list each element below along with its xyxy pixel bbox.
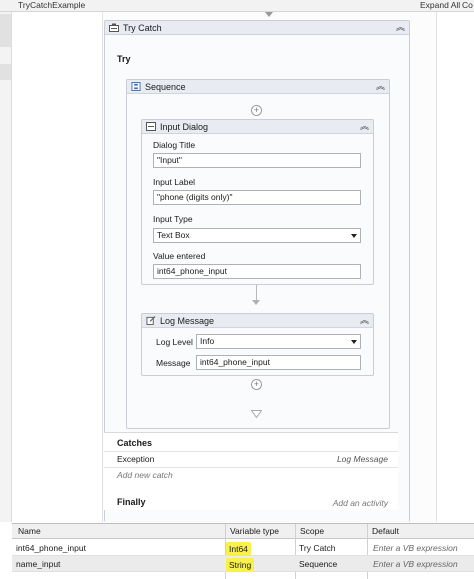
designer-topbar: TryCatchExample Expand All Co	[0, 0, 474, 12]
catches-section: Catches Exception Log Message Add new ca…	[104, 432, 398, 510]
log-message-header[interactable]: Log Message ︽	[142, 314, 373, 328]
flow-connector	[256, 285, 257, 301]
column-header-type[interactable]: Variable type	[230, 525, 279, 538]
try-catch-title: Try Catch	[123, 23, 162, 33]
panel-tab[interactable]	[0, 14, 11, 47]
variable-default-input[interactable]: Enter a VB expression	[373, 542, 458, 554]
sequence-title: Sequence	[145, 82, 186, 92]
input-dialog-title: Input Dialog	[160, 122, 209, 132]
collapse-chevron-icon[interactable]: ︽	[376, 80, 385, 93]
exception-action[interactable]: Log Message	[337, 454, 388, 464]
variable-scope[interactable]: Sequence	[299, 558, 337, 570]
column-header-scope[interactable]: Scope	[300, 525, 324, 538]
panel-tab[interactable]	[0, 64, 11, 80]
collapse-chevron-icon[interactable]: ︽	[360, 314, 369, 327]
log-level-select[interactable]: Info	[196, 334, 361, 349]
finally-add-activity[interactable]: Add an activity	[333, 498, 388, 508]
column-header-default[interactable]: Default	[372, 525, 399, 538]
value-entered-label: Value entered	[153, 251, 206, 261]
input-label-label: Input Label	[153, 177, 196, 187]
collapse-chevron-icon[interactable]: ︽	[360, 120, 369, 133]
value-entered-field[interactable]: int64_phone_input	[153, 264, 361, 279]
variable-name[interactable]: name_input	[16, 558, 60, 570]
flow-arrow-icon	[252, 300, 260, 305]
collapse-chevron-icon[interactable]: ︽	[396, 21, 405, 34]
column-header-name[interactable]: Name	[18, 525, 41, 538]
add-new-catch-link[interactable]: Add new catch	[117, 470, 173, 480]
dropdown-arrow-icon[interactable]	[351, 234, 357, 238]
log-message-icon	[146, 316, 156, 325]
exception-label: Exception	[117, 454, 155, 464]
input-type-label: Input Type	[153, 214, 193, 224]
catch-row[interactable]: Exception Log Message	[104, 451, 398, 465]
variable-type[interactable]: String	[226, 558, 255, 572]
dialog-title-field[interactable]: "Input"	[153, 153, 361, 168]
variable-type[interactable]: Int64	[226, 542, 251, 556]
add-activity-plus-icon[interactable]: +	[251, 105, 262, 116]
finally-label: Finally	[117, 497, 146, 507]
input-type-select[interactable]: Text Box	[153, 228, 361, 243]
input-type-value: Text Box	[157, 230, 190, 240]
catches-label: Catches	[117, 438, 153, 448]
variable-scope[interactable]: Try Catch	[299, 542, 336, 554]
variable-name[interactable]: int64_phone_input	[16, 542, 86, 554]
log-level-label: Log Level	[156, 337, 193, 347]
message-label: Message	[156, 358, 191, 368]
variable-default-input[interactable]: Enter a VB expression	[373, 558, 458, 570]
variables-header: Name Variable type Scope Default	[12, 524, 474, 539]
dropdown-arrow-icon[interactable]	[351, 340, 357, 344]
input-dialog-header[interactable]: Input Dialog ︽	[142, 120, 373, 134]
table-row[interactable]: name_input String Sequence Enter a VB ex…	[12, 556, 474, 572]
flow-end-arrow-icon	[251, 410, 262, 418]
add-catch-row[interactable]: Add new catch	[104, 467, 398, 481]
input-dialog-icon	[146, 122, 156, 131]
workflow-title: TryCatchExample	[18, 0, 86, 10]
collapse-all-link[interactable]: Co	[462, 0, 473, 11]
try-catch-header[interactable]: Try Catch ︽	[105, 21, 409, 35]
log-level-value: Info	[200, 336, 215, 346]
message-field[interactable]: int64_phone_input	[196, 355, 361, 370]
try-catch-icon	[109, 23, 119, 32]
table-row[interactable]: int64_phone_input Int64 Try Catch Enter …	[12, 540, 474, 556]
sequence-icon	[131, 82, 141, 91]
dialog-title-label: Dialog Title	[153, 140, 196, 150]
input-label-field[interactable]: "phone (digits only)"	[153, 190, 361, 205]
sequence-header[interactable]: Sequence ︽	[127, 80, 389, 94]
try-section-label: Try	[117, 54, 131, 64]
add-activity-plus-icon[interactable]: +	[251, 379, 262, 390]
variables-panel: Name Variable type Scope Default int64_p…	[12, 523, 474, 579]
log-message-title: Log Message	[160, 316, 215, 326]
left-panel-strip	[0, 12, 12, 522]
flow-arrow-icon	[265, 12, 273, 17]
expand-all-link[interactable]: Expand All	[420, 0, 460, 11]
